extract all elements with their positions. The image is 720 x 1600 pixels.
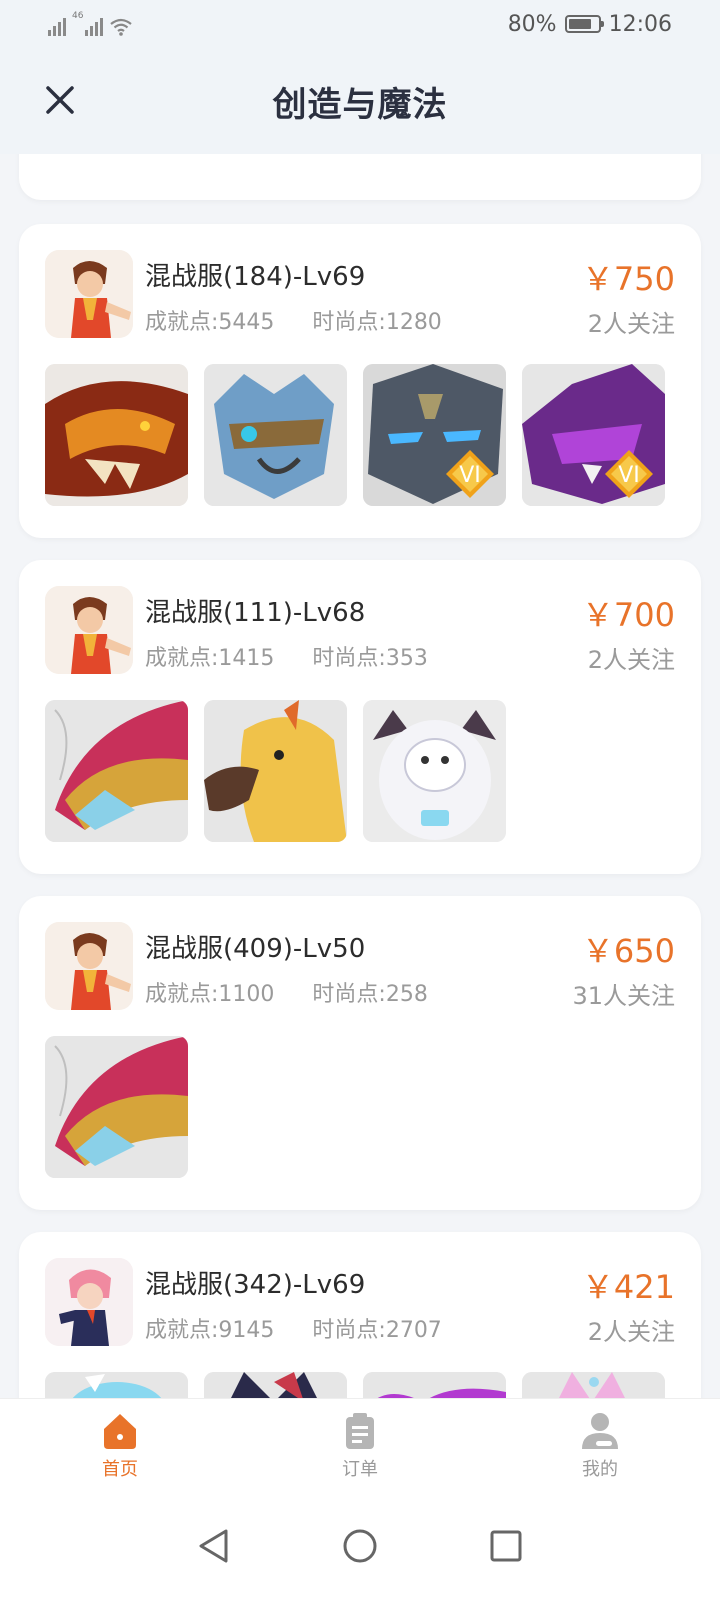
- app-header: 创造与魔法: [0, 48, 720, 154]
- avatar: [45, 922, 133, 1010]
- recent-apps-icon[interactable]: [488, 1528, 524, 1564]
- pet-thumbnail-rainbow-dragon[interactable]: [45, 1036, 188, 1178]
- tier-label: VI: [459, 463, 481, 488]
- network-type: 46: [72, 11, 84, 21]
- nav-orders-label: 订单: [342, 1458, 378, 1480]
- listing-stats: 成就点:1415 时尚点:353: [145, 640, 428, 672]
- avatar: [45, 586, 133, 674]
- follower-count: 31人关注: [572, 982, 675, 1010]
- follower-count: 2人关注: [587, 646, 675, 674]
- fashion-points: 时尚点:1280: [312, 310, 442, 335]
- server-level: 混战服(409)-Lv50: [145, 934, 366, 964]
- server-level: 混战服(111)-Lv68: [145, 598, 366, 628]
- listing-stats: 成就点:5445 时尚点:1280: [145, 304, 442, 336]
- tier-badge-icon: VI: [605, 450, 653, 498]
- pet-thumbnail-fire-dragon[interactable]: [45, 364, 188, 506]
- battery-icon: [564, 15, 604, 33]
- nav-home[interactable]: 首页: [60, 1411, 180, 1481]
- nav-orders[interactable]: 订单: [300, 1411, 420, 1481]
- follower-count: 2人关注: [587, 1318, 675, 1346]
- listing-card[interactable]: 混战服(342)-Lv69 成就点:9145 时尚点:2707 ￥421 2人关…: [19, 1232, 701, 1398]
- tier-label: VI: [618, 463, 640, 488]
- tier-badge-icon: VI: [446, 450, 494, 498]
- server-level: 混战服(184)-Lv69: [145, 262, 366, 292]
- listing-card-partial[interactable]: [19, 154, 701, 200]
- listing-stats: 成就点:1100 时尚点:258: [145, 976, 428, 1008]
- nav-home-label: 首页: [102, 1458, 138, 1480]
- signal-icon: [48, 18, 66, 36]
- page-title: 创造与魔法: [272, 84, 448, 125]
- listing-feed[interactable]: 混战服(184)-Lv69 成就点:5445 时尚点:1280 ￥750 2人关…: [0, 154, 720, 1398]
- pet-thumbnail-golden-bird[interactable]: [204, 700, 347, 842]
- price: ￥650: [581, 932, 675, 970]
- signal-indicators: 46: [48, 12, 133, 36]
- nav-mine-label: 我的: [582, 1458, 618, 1480]
- pet-thumbnail-cow-astronaut[interactable]: [363, 700, 506, 842]
- pet-thumbnail-rainbow-dragon[interactable]: [45, 700, 188, 842]
- listing-card[interactable]: 混战服(184)-Lv69 成就点:5445 时尚点:1280 ￥750 2人关…: [19, 224, 701, 538]
- back-icon[interactable]: [196, 1528, 232, 1564]
- pet-thumbnail-armored-wolf[interactable]: [204, 364, 347, 506]
- user-icon: [582, 1412, 618, 1449]
- achievement-points: 成就点:1415: [145, 646, 275, 671]
- home-circle-icon[interactable]: [342, 1528, 378, 1564]
- nav-mine[interactable]: 我的: [540, 1411, 660, 1481]
- home-icon: [104, 1413, 136, 1449]
- pet-thumbnail-pink-creature[interactable]: [522, 1372, 665, 1398]
- clipboard-icon: [346, 1412, 374, 1449]
- pet-thumbnail-ice-creature[interactable]: [45, 1372, 188, 1398]
- pet-thumbnail-purple-beast[interactable]: [363, 1372, 506, 1398]
- fashion-points: 时尚点:258: [312, 982, 428, 1007]
- server-level: 混战服(342)-Lv69: [145, 1270, 366, 1300]
- wifi-icon: [110, 18, 133, 36]
- follower-count: 2人关注: [587, 310, 675, 338]
- bottom-nav: 首页 订单 我的: [0, 1398, 720, 1492]
- fashion-points: 时尚点:2707: [312, 1318, 442, 1343]
- pet-thumbnail-stone-golem[interactable]: VI: [363, 364, 506, 506]
- system-nav-bar: [0, 1492, 720, 1600]
- signal-icon-2: [85, 18, 104, 36]
- status-bar: 46 80% 12:06: [0, 0, 720, 48]
- pet-thumbnail-purple-dragon[interactable]: VI: [522, 364, 665, 506]
- pet-thumbnail-dark-dragon[interactable]: [204, 1372, 347, 1398]
- clock: 12:06: [608, 11, 672, 37]
- battery-percent: 80%: [507, 11, 557, 37]
- achievement-points: 成就点:9145: [145, 1318, 275, 1343]
- achievement-points: 成就点:5445: [145, 310, 275, 335]
- close-icon[interactable]: [40, 80, 80, 120]
- fashion-points: 时尚点:353: [312, 646, 428, 671]
- listing-stats: 成就点:9145 时尚点:2707: [145, 1312, 442, 1344]
- listing-card[interactable]: 混战服(409)-Lv50 成就点:1100 时尚点:258 ￥650 31人关…: [19, 896, 701, 1210]
- avatar: [45, 250, 133, 338]
- price: ￥700: [581, 596, 675, 634]
- price: ￥421: [581, 1268, 675, 1306]
- achievement-points: 成就点:1100: [145, 982, 275, 1007]
- avatar: [45, 1258, 133, 1346]
- price: ￥750: [581, 260, 675, 298]
- listing-card[interactable]: 混战服(111)-Lv68 成就点:1415 时尚点:353 ￥700 2人关注: [19, 560, 701, 874]
